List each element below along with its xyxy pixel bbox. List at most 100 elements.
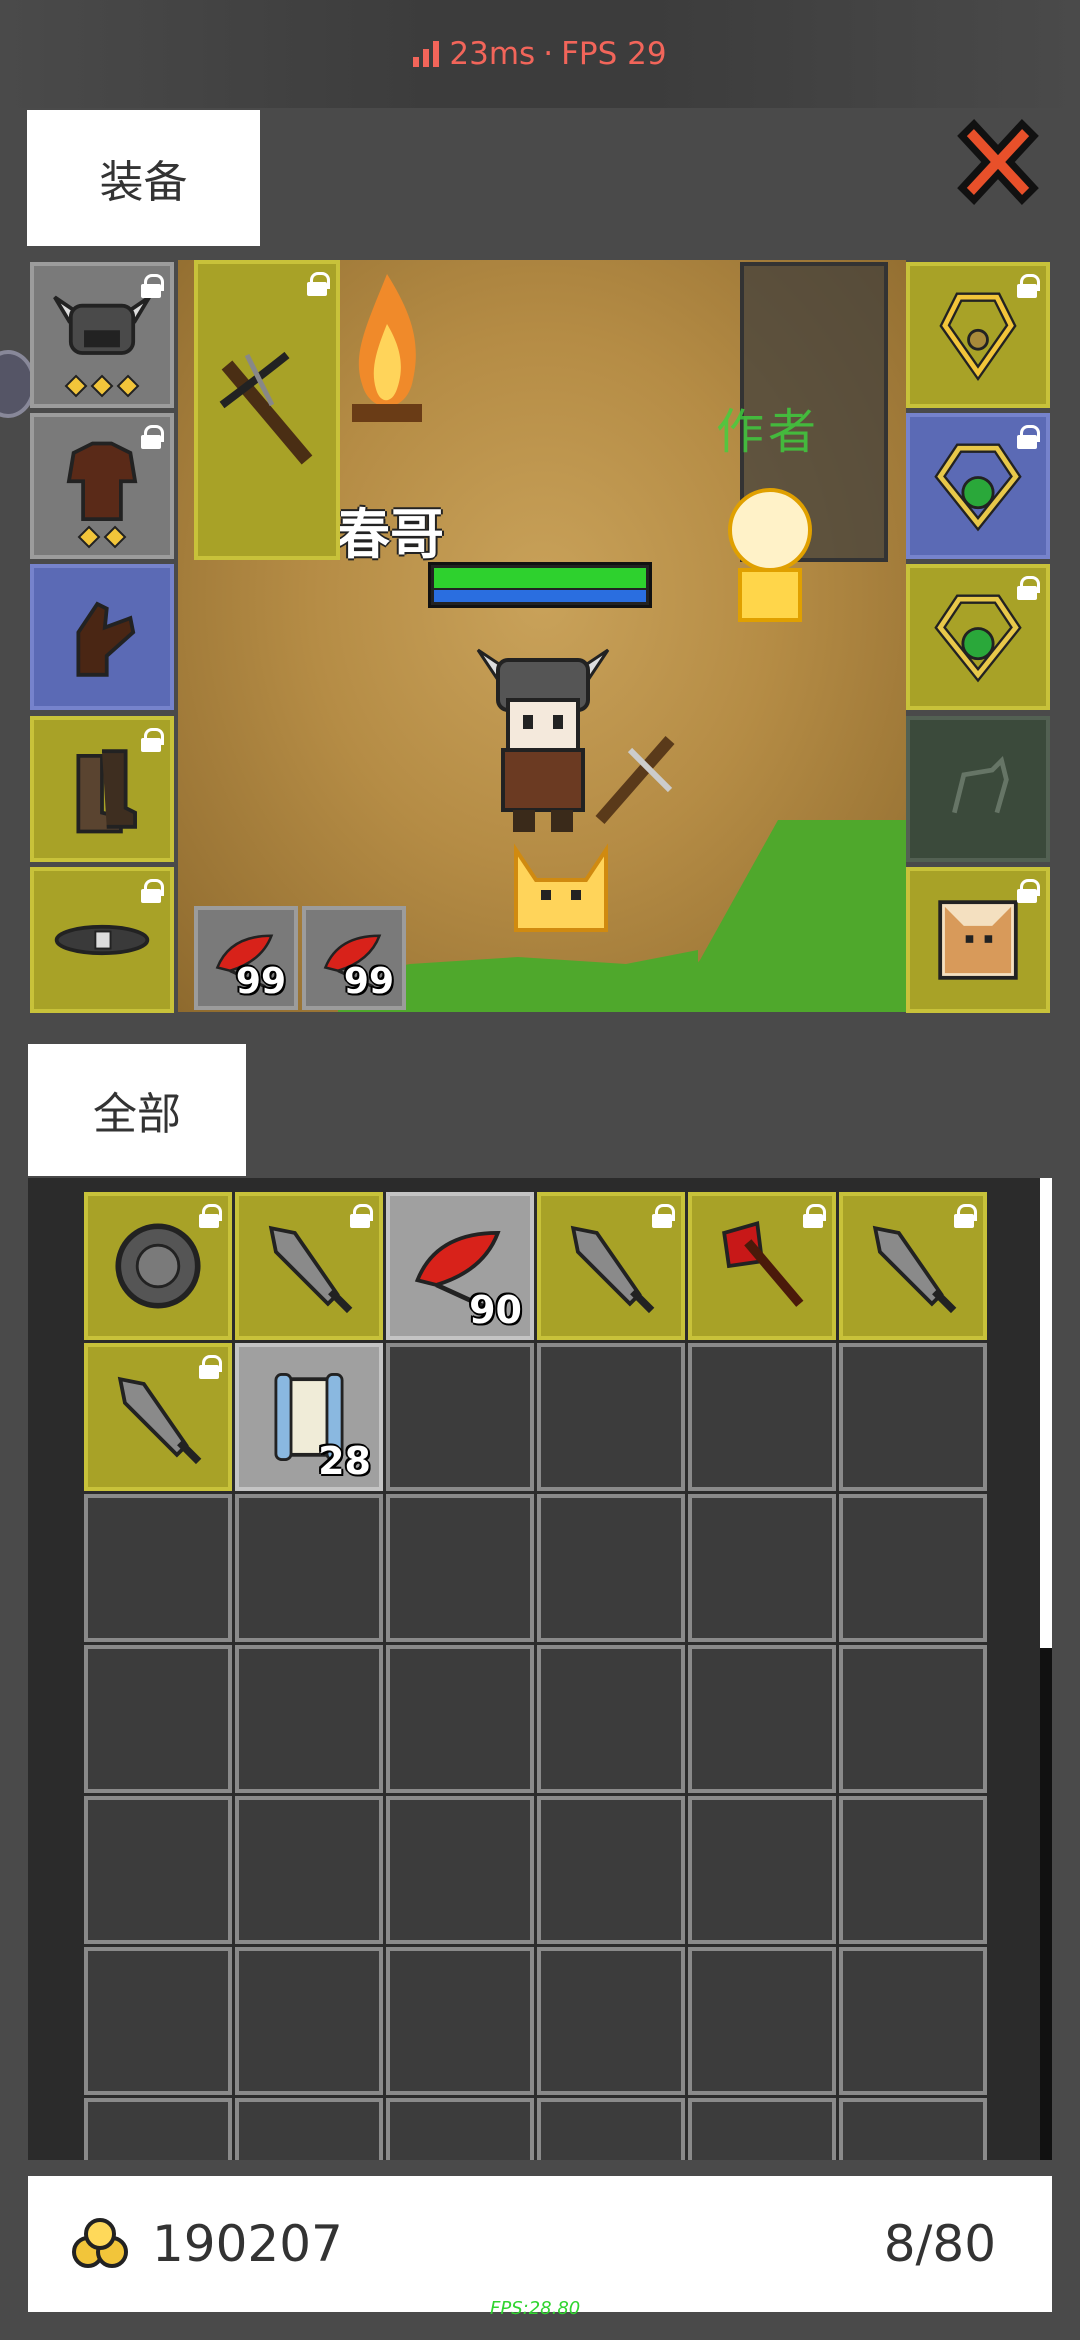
lock-icon [198,1355,222,1379]
inventory-empty-slot[interactable] [537,1343,685,1491]
equip-slot-left-4[interactable] [30,716,174,862]
inventory-scrollbar-track[interactable] [1040,1648,1052,2160]
spear-head-icon [117,1376,202,1465]
inventory-empty-slot[interactable] [839,1343,987,1491]
status-separator: · [543,36,554,72]
inventory-empty-slot[interactable] [235,1494,383,1642]
inventory-empty-slot[interactable] [386,2098,534,2160]
equip-slot-right-5[interactable] [906,867,1050,1013]
inventory-empty-slot[interactable] [84,2098,232,2160]
close-button[interactable] [948,116,1048,216]
leather-armor-icon [66,441,138,521]
hp-mp-bar [428,562,652,608]
spear-head-icon [268,1225,353,1314]
inventory-empty-slot[interactable] [839,2098,987,2160]
inventory-empty-slot[interactable] [386,1947,534,2095]
inventory-item[interactable] [235,1192,383,1340]
star-icon [103,525,127,549]
lock-icon [1016,879,1040,903]
inventory-footer: 190207 8/80 [28,2176,1052,2312]
inventory-item[interactable]: 90 [386,1192,534,1340]
inventory-empty-slot[interactable] [84,1947,232,2095]
equip-slot-weapon[interactable] [194,260,340,560]
star-icon [116,374,140,398]
red-axe-icon [722,1221,804,1307]
inventory-empty-slot[interactable] [235,1947,383,2095]
equip-slot-left-5[interactable] [30,867,174,1013]
inventory-empty-slot[interactable] [386,1343,534,1491]
inventory-empty-slot[interactable] [839,1645,987,1793]
inventory-empty-slot[interactable] [537,1494,685,1642]
lock-icon [140,425,164,449]
inventory-empty-slot[interactable] [386,1494,534,1642]
lock-icon [953,1204,977,1228]
inventory-item[interactable] [688,1192,836,1340]
inventory-empty-slot[interactable] [537,1947,685,2095]
lock-icon [802,1204,826,1228]
green-ring-icon [934,443,1022,532]
lock-icon [651,1204,675,1228]
belt-icon [54,924,150,956]
close-icon [957,118,1039,206]
quick-slot-1[interactable]: 99 [194,906,298,1010]
lock-icon [198,1204,222,1228]
campfire-icon [352,274,422,422]
equip-slot-left-3[interactable] [30,564,174,710]
inventory-empty-slot[interactable] [839,1947,987,2095]
equip-slot-right-3[interactable] [906,564,1050,710]
inventory-empty-slot[interactable] [386,1645,534,1793]
inventory-empty-slot[interactable] [537,1645,685,1793]
lock-icon [140,879,164,903]
equip-slot-right-4[interactable] [906,716,1050,862]
horned-helmet-icon [53,295,151,355]
star-rating [34,374,170,398]
quick-slot-2[interactable]: 99 [302,906,406,1010]
pet-fox-icon [514,843,608,932]
inventory-empty-slot[interactable] [688,1343,836,1491]
lock-icon [349,1204,373,1228]
lock-icon [1016,576,1040,600]
inventory-item[interactable] [537,1192,685,1340]
glove-icon [76,601,136,677]
spear-head-icon [872,1225,957,1314]
lock-icon [140,274,164,298]
star-icon [90,374,114,398]
inventory-empty-slot[interactable] [839,1494,987,1642]
inventory-empty-slot[interactable] [84,1645,232,1793]
spear-head-icon [570,1225,655,1314]
inventory-empty-slot[interactable] [386,1796,534,1944]
mount-slot-icon [952,756,1009,814]
inventory-item[interactable] [84,1192,232,1340]
held-crossbow-icon [595,736,675,824]
inventory-empty-slot[interactable] [235,1796,383,1944]
inventory-empty-slot[interactable] [688,1494,836,1642]
equip-slot-left-1[interactable] [30,262,174,408]
item-count: 99 [343,961,394,1002]
network-status-bar: 23ms · FPS 29 [0,0,1080,108]
inventory-capacity: 8/80 [883,2215,996,2273]
fps-text: FPS 29 [561,36,667,72]
inventory-empty-slot[interactable] [537,1796,685,1944]
equip-slot-left-2[interactable] [30,413,174,559]
tab-all[interactable]: 全部 [28,1044,246,1176]
debug-fps-text: FPS:28.80 [490,2298,581,2319]
star-rating [34,525,170,549]
equip-slot-right-2[interactable] [906,413,1050,559]
inventory-empty-slot[interactable] [235,1645,383,1793]
inventory-item[interactable] [839,1192,987,1340]
inventory-empty-slot[interactable] [84,1796,232,1944]
inventory-empty-slot[interactable] [688,1947,836,2095]
inventory-empty-slot[interactable] [84,1494,232,1642]
inventory-empty-slot[interactable] [688,1796,836,1944]
inventory-item[interactable] [84,1343,232,1491]
star-icon [77,525,101,549]
inventory-empty-slot[interactable] [235,2098,383,2160]
inventory-item[interactable]: 28 [235,1343,383,1491]
inventory-empty-slot[interactable] [537,2098,685,2160]
equip-slot-right-1[interactable] [906,262,1050,408]
inventory-empty-slot[interactable] [688,2098,836,2160]
tab-equipment[interactable]: 装备 [27,110,260,246]
inventory-scrollbar-thumb[interactable] [1040,1178,1052,1648]
inventory-empty-slot[interactable] [688,1645,836,1793]
inventory-empty-slot[interactable] [839,1796,987,1944]
